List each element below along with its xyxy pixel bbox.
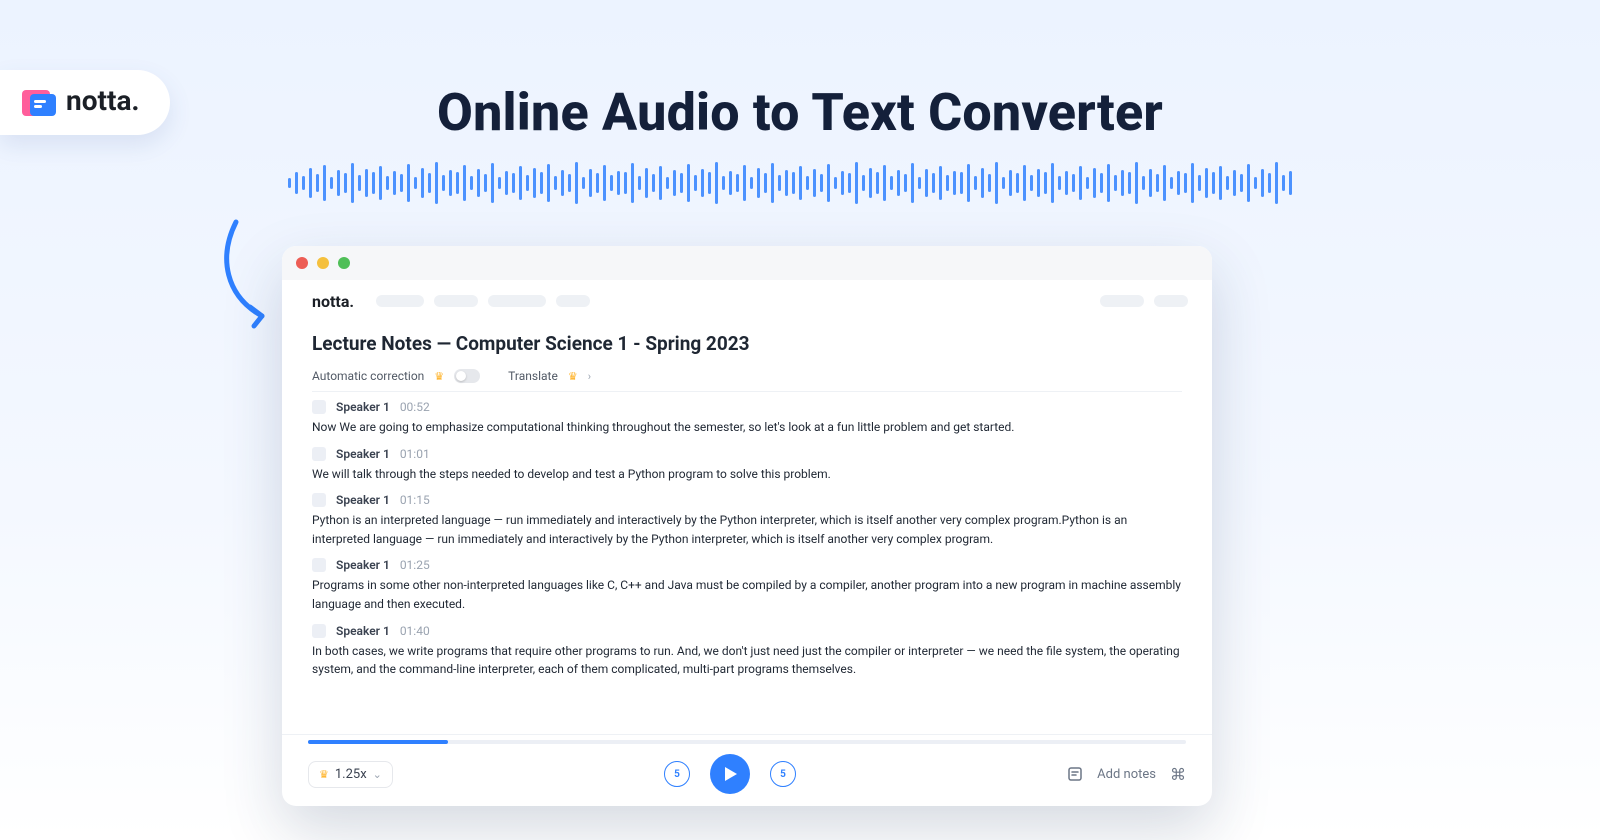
transcript-segment[interactable]: Speaker 1 01:25 Programs in some other non… [312, 558, 1182, 613]
minimize-icon[interactable] [317, 257, 329, 269]
transcript-content: Lecture Notes — Computer Science 1 - Spr… [282, 322, 1212, 734]
nav-placeholder [376, 295, 590, 307]
app-bar: notta. [282, 280, 1212, 322]
play-icon [724, 766, 738, 782]
add-notes-button[interactable]: Add notes [1097, 767, 1156, 782]
transcript-text: In both cases, we write programs that re… [312, 642, 1182, 679]
forward-5-button[interactable]: 5 [770, 761, 796, 787]
timestamp: 00:52 [400, 400, 430, 414]
transcript-text: Programs in some other non-interpreted l… [312, 576, 1182, 613]
speaker-name: Speaker 1 [336, 493, 390, 507]
progress-track[interactable] [308, 740, 1186, 744]
transcript-text: We will talk through the steps needed to… [312, 465, 1182, 484]
notes-icon [1067, 766, 1083, 782]
progress-bar [308, 740, 448, 744]
speaker-avatar [312, 624, 326, 638]
speaker-avatar [312, 558, 326, 572]
crown-icon: ♛ [568, 370, 578, 383]
speed-value: 1.25x [335, 767, 367, 782]
transcript-text: Now We are going to emphasize computatio… [312, 418, 1182, 437]
auto-correction-toggle[interactable] [454, 369, 480, 383]
window-titlebar [282, 246, 1212, 280]
keyboard-shortcut-icon[interactable]: ⌘ [1170, 765, 1186, 784]
speaker-name: Speaker 1 [336, 400, 390, 414]
play-button[interactable] [710, 754, 750, 794]
timestamp: 01:40 [400, 624, 430, 638]
transcript-segment[interactable]: Speaker 1 01:01 We will talk through the s… [312, 447, 1182, 484]
actions-placeholder [1100, 295, 1188, 307]
divider [312, 391, 1182, 392]
speaker-name: Speaker 1 [336, 447, 390, 461]
timestamp: 01:25 [400, 558, 430, 572]
transcript-text: Python is an interpreted language — run … [312, 511, 1182, 548]
speaker-name: Speaker 1 [336, 558, 390, 572]
crown-icon: ♛ [434, 370, 444, 383]
close-icon[interactable] [296, 257, 308, 269]
auto-correction-label: Automatic correction [312, 369, 424, 383]
speaker-name: Speaker 1 [336, 624, 390, 638]
app-brand: notta. [312, 292, 354, 311]
speaker-avatar [312, 447, 326, 461]
transcript-segment[interactable]: Speaker 1 00:52 Now We are going to emphas… [312, 400, 1182, 437]
translate-label[interactable]: Translate [508, 369, 558, 383]
timestamp: 01:01 [400, 447, 430, 461]
maximize-icon[interactable] [338, 257, 350, 269]
player-bar: ♛ 1.25x ⌄ 5 5 Add notes ⌘ [282, 734, 1212, 806]
transcript-list: Speaker 1 00:52 Now We are going to emphas… [312, 400, 1182, 679]
timestamp: 01:15 [400, 493, 430, 507]
transcript-segment[interactable]: Speaker 1 01:40 In both cases, we write pr… [312, 624, 1182, 679]
chevron-right-icon: › [588, 370, 591, 383]
toolbar: Automatic correction ♛ Translate ♛ › [312, 369, 1182, 383]
page-headline: Online Audio to Text Converter [0, 82, 1600, 143]
app-window: notta. Lecture Notes — Computer Science … [282, 246, 1212, 806]
playback-speed-button[interactable]: ♛ 1.25x ⌄ [308, 761, 393, 788]
document-title: Lecture Notes — Computer Science 1 - Spr… [312, 332, 1182, 355]
transcript-segment[interactable]: Speaker 1 01:15 Python is an interpreted l… [312, 493, 1182, 548]
rewind-5-button[interactable]: 5 [664, 761, 690, 787]
crown-icon: ♛ [319, 768, 329, 781]
speaker-avatar [312, 493, 326, 507]
chevron-down-icon: ⌄ [373, 768, 382, 781]
arrow-illustration [212, 218, 284, 330]
audio-waveform [240, 155, 1340, 211]
speaker-avatar [312, 400, 326, 414]
